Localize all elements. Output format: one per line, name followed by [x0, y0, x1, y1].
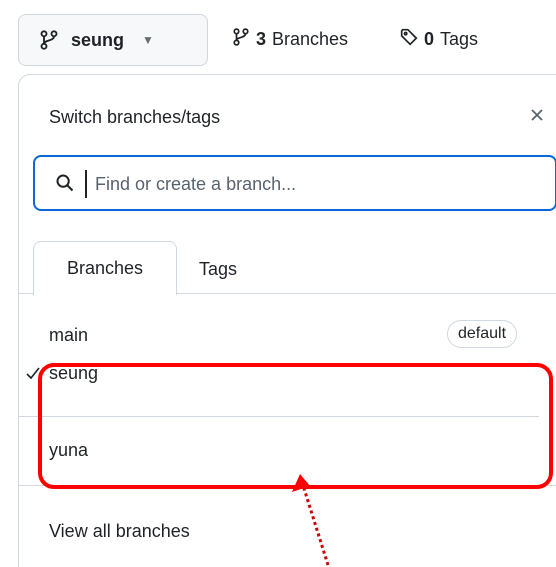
tags-count-number: 0 [424, 29, 435, 49]
branch-search-input[interactable]: Find or create a branch... [33, 155, 556, 211]
branches-count-label: Branches [272, 29, 349, 49]
tab-branches[interactable]: Branches [33, 241, 177, 295]
tab-tags[interactable]: Tags [199, 259, 237, 280]
tags-count-label: Tags [440, 29, 479, 49]
default-badge: default [447, 320, 518, 348]
text-cursor [85, 170, 87, 198]
close-icon[interactable] [525, 103, 549, 127]
panel-title: Switch branches/tags [49, 107, 221, 127]
branches-count-link[interactable]: 3 Branches [232, 28, 348, 51]
current-branch-label: seung [71, 29, 125, 50]
git-branch-icon [232, 28, 250, 51]
branch-name: main [49, 325, 89, 345]
tag-icon [400, 28, 418, 51]
search-placeholder: Find or create a branch... [95, 174, 297, 194]
caret-down-icon: ▼ [142, 33, 154, 47]
tags-count-link[interactable]: 0 Tags [400, 28, 478, 51]
branches-count-number: 3 [256, 29, 267, 49]
annotation-arrow [292, 474, 330, 566]
view-all-branches-link[interactable]: View all branches [49, 521, 190, 542]
git-branch-icon [39, 30, 59, 50]
branch-selector-button[interactable]: seung ▼ [18, 14, 208, 66]
search-icon [55, 173, 75, 193]
tab-branches-label: Branches [66, 258, 144, 278]
tab-tags-label: Tags [199, 259, 238, 279]
branch-switcher-screenshot: seung ▼ 3 Branches 0 Tags Switch branche… [0, 0, 556, 567]
